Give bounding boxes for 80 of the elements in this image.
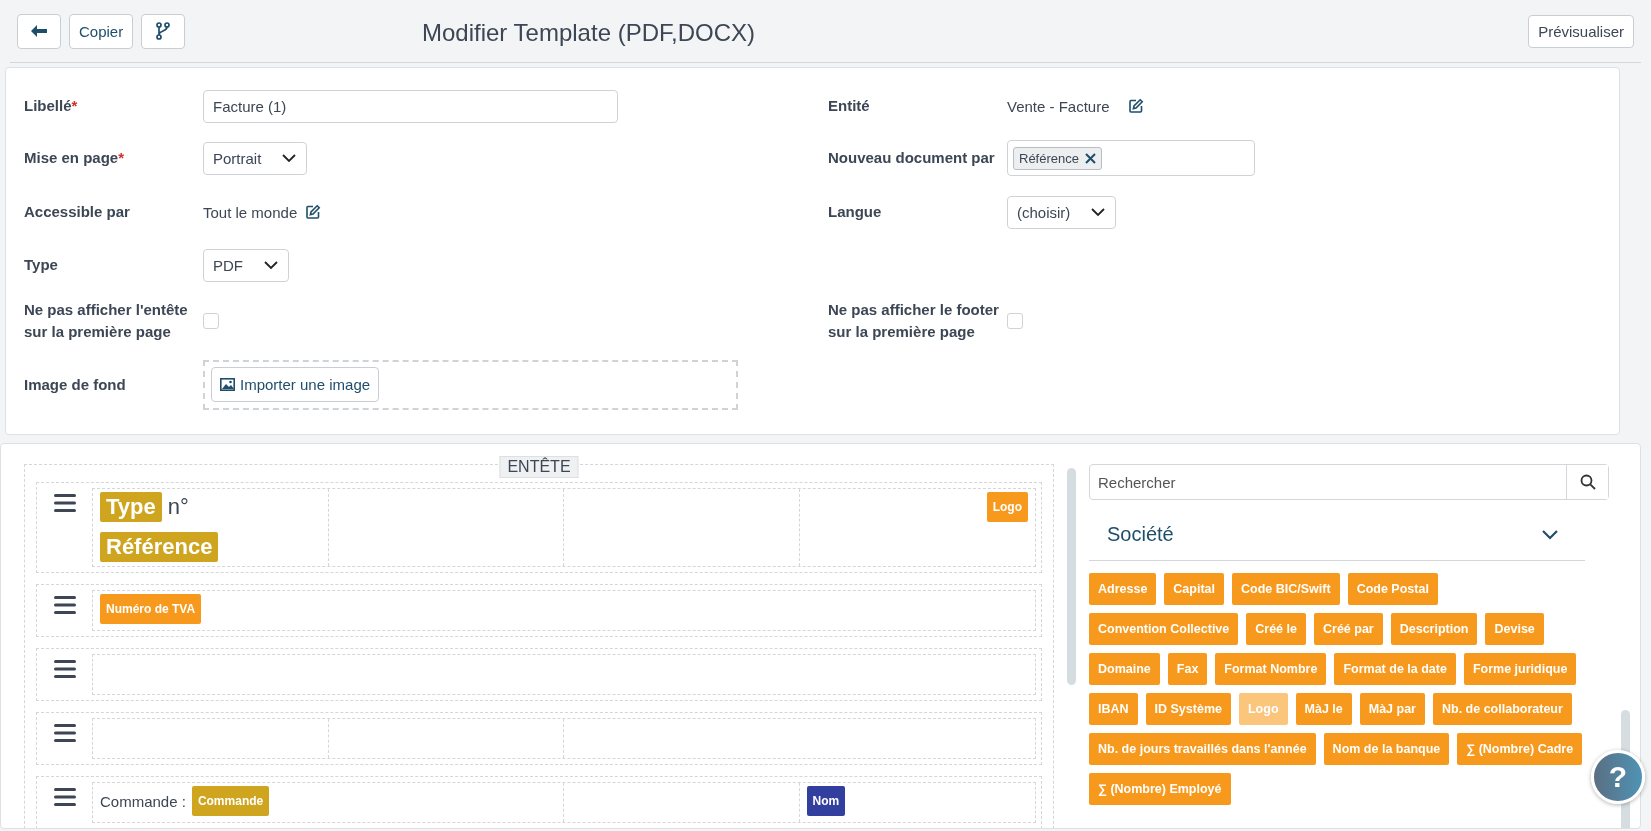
scrollbar[interactable]	[1067, 468, 1076, 685]
preview-button[interactable]: Prévisualiser	[1528, 14, 1634, 48]
field-label: Accessible par	[24, 202, 131, 222]
field-tag[interactable]: Convention Collective	[1089, 613, 1239, 645]
field-tag[interactable]: Format de la date	[1334, 653, 1456, 685]
field-value: Tout le monde	[203, 203, 298, 221]
remove-icon[interactable]	[1085, 152, 1096, 164]
drag-handle-icon[interactable]	[53, 596, 76, 614]
cell-text: n°	[167, 494, 189, 520]
import-image-button[interactable]: Importer une image	[211, 367, 380, 402]
field-tag[interactable]: MàJ le	[1295, 693, 1352, 725]
field-tag[interactable]: Fax	[1167, 653, 1208, 685]
field-tag[interactable]: Domaine	[1089, 653, 1160, 685]
checkbox[interactable]	[203, 313, 219, 329]
field-tag[interactable]: Forme juridique	[1463, 653, 1577, 685]
field-tag[interactable]: MàJ par	[1359, 693, 1425, 725]
chip-label: Référence	[1019, 150, 1079, 166]
edit-icon[interactable]	[1127, 98, 1144, 114]
field-value: Vente - Facture	[1007, 97, 1110, 115]
section-title: ENTÊTE	[499, 456, 579, 478]
chevron-down-icon	[281, 153, 298, 163]
page-title: Modifier Template (PDF,DOCX)	[422, 19, 755, 47]
field-label: Image de fond	[24, 375, 127, 395]
field-tag[interactable]: Adresse	[1089, 573, 1157, 605]
drop-zone[interactable]: Numéro de TVA	[92, 590, 1036, 631]
chevron-down-icon	[1090, 207, 1107, 217]
field-tag[interactable]: Nom de la banque	[1323, 733, 1450, 765]
cell-text: Commande :	[100, 792, 186, 810]
select-dropdown[interactable]: Portrait	[203, 141, 308, 175]
field-tag[interactable]: IBAN	[1089, 693, 1138, 725]
search-button[interactable]	[1566, 465, 1608, 499]
field-label: Ne pas afficher le footer sur la première page	[828, 300, 1000, 342]
drop-zone[interactable]: Commande : Commande Nom	[92, 782, 1036, 823]
field-tag[interactable]: Description	[1390, 613, 1478, 645]
field-tag[interactable]: Format Nombre	[1215, 653, 1327, 685]
branch-icon	[156, 22, 171, 40]
field-tag[interactable]: ∑ (Nombre) Employé	[1089, 773, 1231, 805]
drag-handle-icon[interactable]	[53, 788, 76, 806]
field-tag[interactable]: Type	[100, 492, 162, 522]
field-tag[interactable]: Devise	[1485, 613, 1544, 645]
back-button[interactable]	[17, 13, 61, 49]
field-tag[interactable]: Code BIC/Swift	[1232, 573, 1340, 605]
branch-button[interactable]	[141, 13, 186, 49]
drag-handle-icon[interactable]	[53, 724, 76, 742]
field-label: Mise en page*	[24, 148, 126, 168]
checkbox[interactable]	[1007, 313, 1023, 329]
select-dropdown[interactable]: (choisir)	[1007, 195, 1117, 229]
field-tag[interactable]: Numéro de TVA	[100, 594, 202, 624]
field-tag[interactable]: Créé le	[1246, 613, 1306, 645]
field-tag[interactable]: Capital	[1164, 573, 1225, 605]
group-title: Société	[1107, 523, 1174, 546]
drag-handle-icon[interactable]	[53, 494, 76, 512]
field-tag[interactable]: Logo	[986, 492, 1028, 522]
field-tag[interactable]: Nb. de collaborateur	[1433, 693, 1572, 725]
search-icon	[1579, 474, 1596, 490]
field-tag[interactable]: Créé par	[1314, 613, 1383, 645]
field-tag[interactable]: Code Postal	[1347, 573, 1438, 605]
field-label: Ne pas afficher l'entête sur la première page	[24, 300, 189, 342]
field-label: Type	[24, 255, 59, 275]
drag-handle-icon[interactable]	[53, 660, 76, 678]
image-icon	[220, 378, 235, 391]
field-label: Libellé*	[24, 96, 79, 116]
edit-icon[interactable]	[305, 204, 322, 220]
copy-button[interactable]: Copier	[69, 13, 134, 49]
field-tag[interactable]: Commande	[191, 786, 270, 816]
select-dropdown[interactable]: PDF	[203, 248, 289, 282]
field-label: Langue	[828, 202, 883, 222]
chevron-down-icon	[263, 260, 279, 270]
field-label: Entité	[828, 96, 871, 116]
text-field[interactable]: Facture (1)	[203, 89, 618, 123]
field-tag[interactable]: Nom	[806, 786, 846, 816]
tag-input-field[interactable]: Référence	[1007, 140, 1255, 176]
drop-zone[interactable]: Type n° Référence Logo	[92, 488, 1036, 567]
accordion-header[interactable]: Société	[1089, 500, 1585, 561]
field-tag[interactable]: Nb. de jours travaillés dans l'année	[1089, 733, 1316, 765]
arrow-left-icon	[31, 25, 47, 37]
field-tag[interactable]: ∑ (Nombre) Cadre	[1457, 733, 1583, 765]
field-tag[interactable]: ID Système	[1145, 693, 1231, 725]
field-tag[interactable]: Référence	[100, 532, 219, 562]
field-label: Nouveau document par	[828, 148, 996, 168]
